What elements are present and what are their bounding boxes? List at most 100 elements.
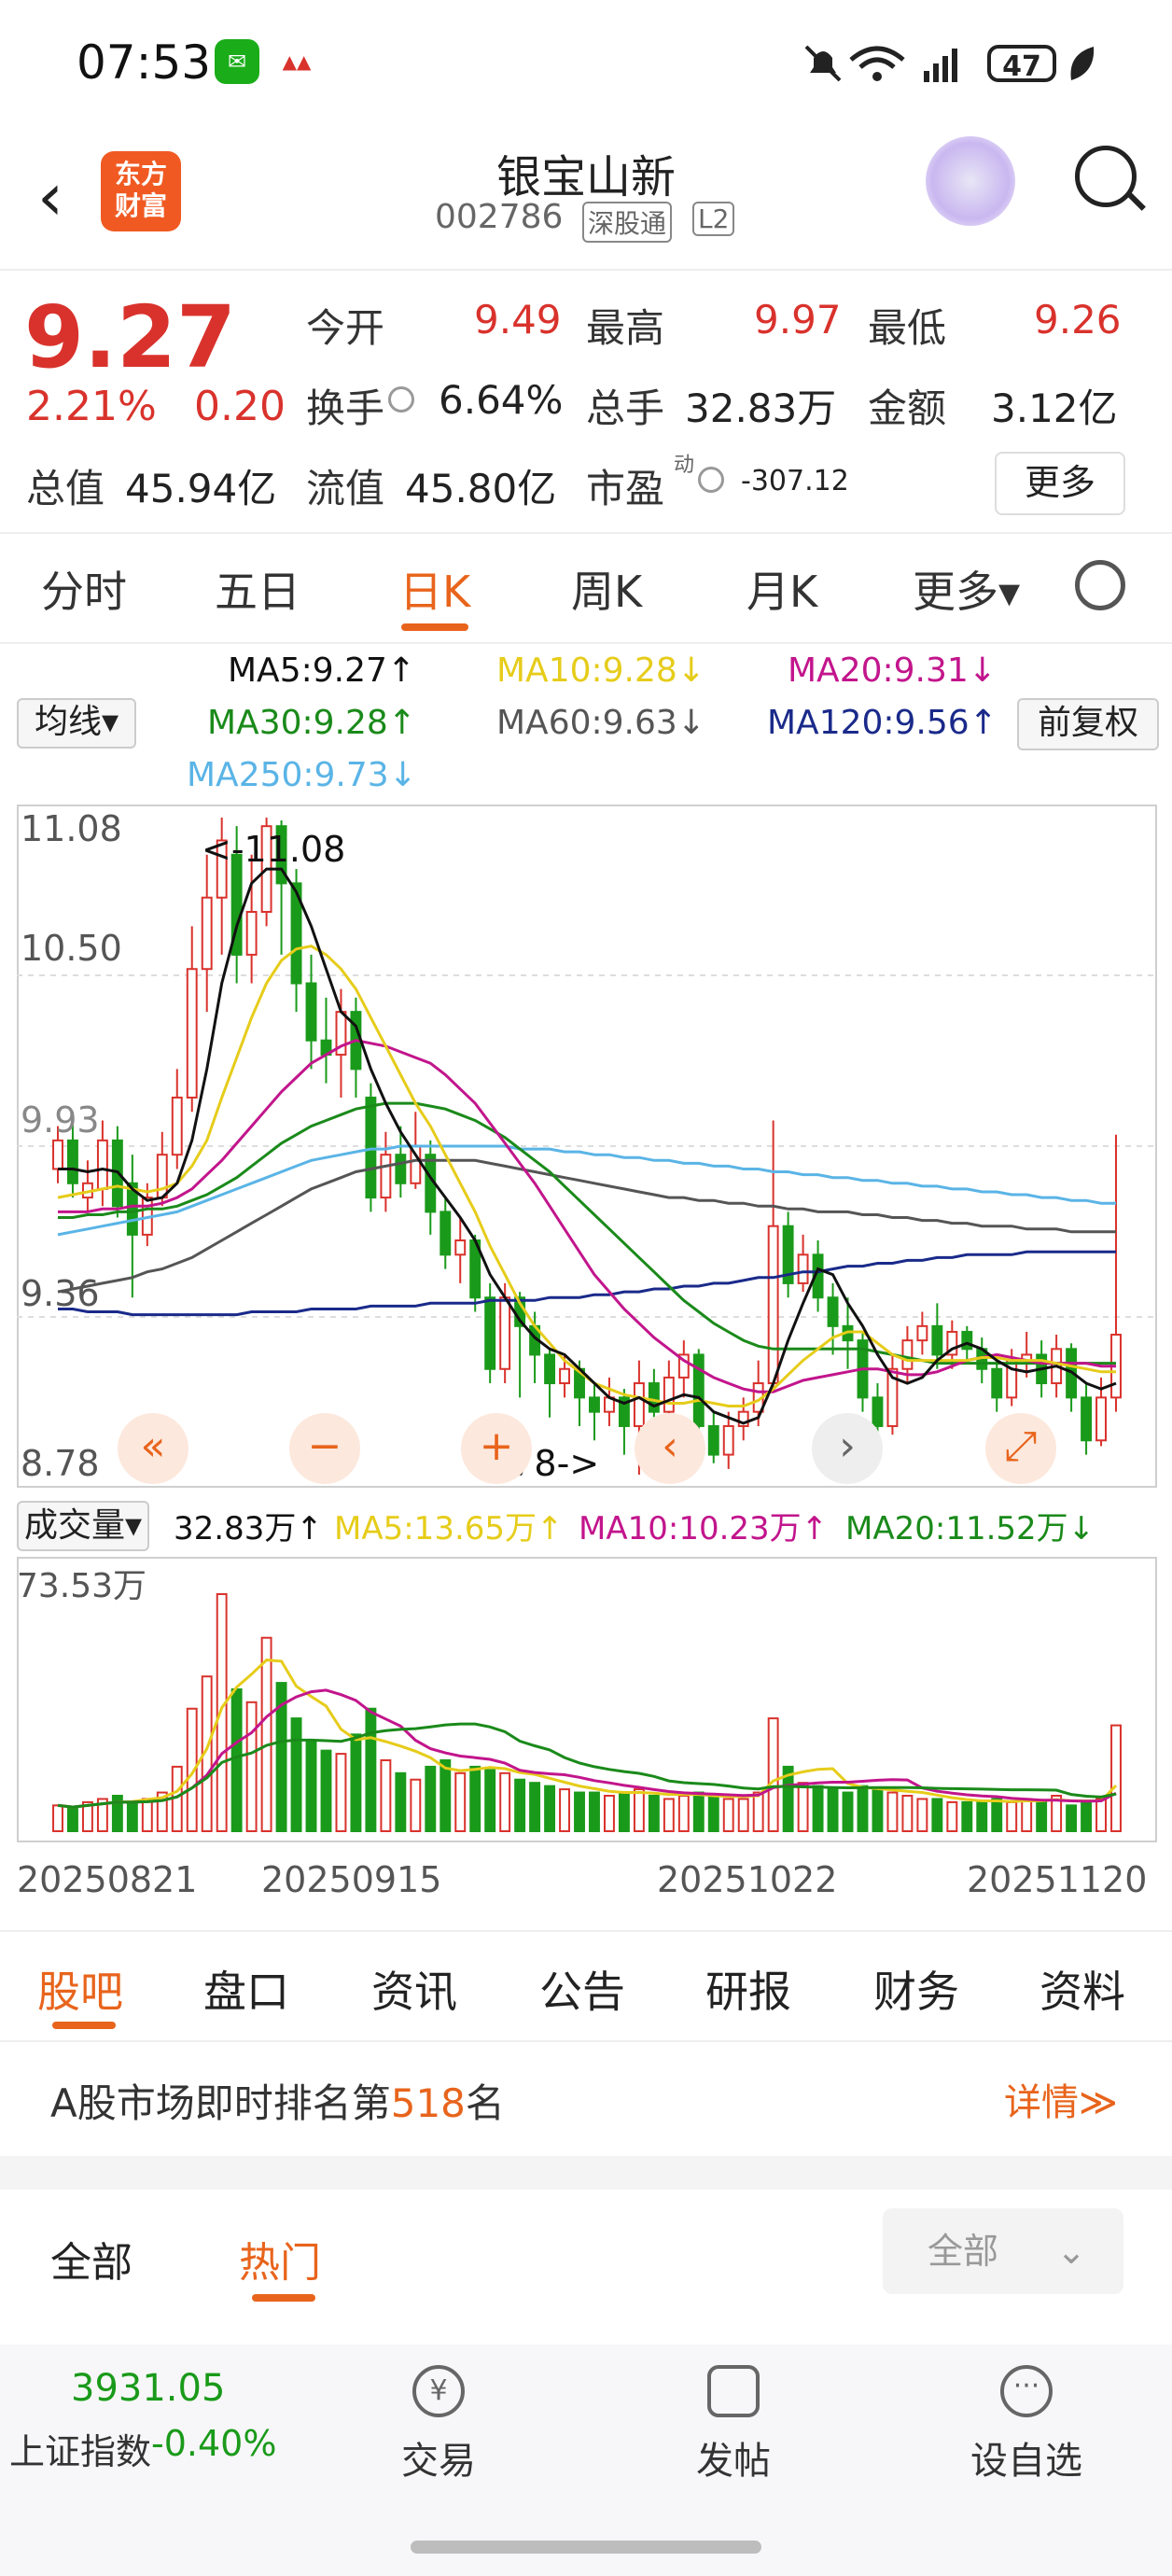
ma250-label: MA250:9.73↓ bbox=[187, 756, 417, 794]
post-filter-dropdown[interactable]: 全部 ⌄ bbox=[883, 2208, 1123, 2294]
battery-icon: 47 bbox=[987, 45, 1056, 83]
low-value: 9.26 bbox=[1034, 297, 1122, 343]
candle-body bbox=[544, 1353, 556, 1385]
mute-bell-icon bbox=[804, 45, 842, 82]
more-dots-icon[interactable]: ··· bbox=[1000, 2365, 1053, 2417]
wifi-icon bbox=[849, 46, 905, 81]
candle-body bbox=[767, 1225, 779, 1385]
volume-bar bbox=[350, 1733, 362, 1833]
tab-hot-posts[interactable]: 热门 bbox=[239, 2229, 321, 2289]
ma-selector[interactable]: 均线▾ bbox=[17, 698, 136, 749]
volume-bar bbox=[290, 1717, 302, 1832]
volume-bar bbox=[648, 1795, 660, 1832]
candle-body bbox=[901, 1339, 914, 1370]
gear-icon[interactable] bbox=[1075, 560, 1125, 610]
volume-bar bbox=[812, 1785, 824, 1833]
volume-bar bbox=[484, 1769, 496, 1832]
volume-selector[interactable]: 成交量▾ bbox=[17, 1501, 150, 1551]
date-label-2: 20250915 bbox=[261, 1859, 442, 1900]
volume-bar bbox=[976, 1800, 988, 1832]
rank-number: 518 bbox=[390, 2080, 466, 2126]
volume-chart[interactable] bbox=[17, 1557, 1157, 1842]
ma60-line bbox=[57, 1158, 1116, 1294]
mktcap-value: 45.94亿 bbox=[125, 466, 277, 511]
volume-bar bbox=[52, 1804, 63, 1832]
change-amount: 0.20 bbox=[194, 383, 286, 430]
tab-order-book[interactable]: 盘口 bbox=[203, 1958, 289, 2020]
edit-post-icon[interactable] bbox=[707, 2365, 760, 2417]
candle-body bbox=[186, 968, 198, 1099]
trade-button[interactable]: 交易 bbox=[364, 2430, 513, 2485]
info-icon[interactable] bbox=[388, 386, 414, 413]
volume-bar bbox=[827, 1788, 839, 1832]
kline-chart[interactable] bbox=[17, 805, 1157, 1488]
more-quote-button[interactable]: 更多 bbox=[995, 452, 1125, 515]
volume-bar bbox=[559, 1788, 570, 1832]
volume-bar bbox=[1066, 1804, 1078, 1832]
forum-tab-indicator bbox=[52, 2022, 116, 2029]
search-icon[interactable] bbox=[1075, 146, 1137, 207]
volume-value-label: 32.83万↑ bbox=[174, 1510, 323, 1547]
index-value[interactable]: 3931.05 bbox=[71, 2367, 225, 2410]
candle-body bbox=[1081, 1396, 1093, 1442]
zoom-in-button[interactable]: + bbox=[461, 1413, 532, 1484]
turnover-value: 6.64% bbox=[439, 377, 564, 423]
volume-bar bbox=[320, 1749, 332, 1832]
add-watchlist-button[interactable]: 设自选 bbox=[952, 2430, 1101, 2485]
volume-bar bbox=[380, 1759, 392, 1833]
next-button[interactable]: › bbox=[812, 1413, 883, 1484]
date-label-4: 20251120 bbox=[967, 1859, 1148, 1900]
zoom-out-button[interactable]: − bbox=[289, 1413, 360, 1484]
tab-research[interactable]: 研报 bbox=[705, 1958, 791, 2020]
tab-five-day[interactable]: 五日 bbox=[215, 558, 300, 620]
candle-body bbox=[454, 1239, 467, 1256]
tab-profile[interactable]: 资料 bbox=[1039, 1958, 1125, 2020]
tab-finance[interactable]: 财务 bbox=[873, 1958, 959, 2020]
adjust-selector[interactable]: 前复权 bbox=[1017, 698, 1159, 750]
fast-back-button[interactable]: « bbox=[118, 1413, 188, 1484]
volume-bar bbox=[604, 1795, 615, 1832]
pe-info-icon[interactable] bbox=[698, 467, 724, 493]
robot-avatar-icon[interactable] bbox=[926, 136, 1015, 226]
prev-button[interactable]: ‹ bbox=[635, 1413, 705, 1484]
candle-body bbox=[440, 1211, 452, 1256]
candle-body bbox=[499, 1296, 511, 1370]
candle-body bbox=[395, 1154, 407, 1184]
volume-bar bbox=[514, 1778, 526, 1832]
tab-announcements[interactable]: 公告 bbox=[539, 1958, 625, 2020]
volume-bar bbox=[141, 1798, 153, 1832]
tab-forum[interactable]: 股吧 bbox=[37, 1958, 123, 2020]
volume-bar bbox=[857, 1785, 869, 1833]
volume-bar bbox=[410, 1778, 422, 1832]
high-label: 最高 bbox=[586, 305, 665, 351]
pe-label: 市盈 bbox=[586, 466, 665, 511]
section-tab-divider bbox=[0, 2040, 1172, 2042]
tab-daily-k[interactable]: 日K bbox=[399, 558, 470, 620]
volume-bar bbox=[230, 1688, 243, 1832]
volume-bar bbox=[1021, 1798, 1033, 1832]
trade-icon[interactable]: ¥ bbox=[412, 2365, 465, 2417]
open-value: 9.49 bbox=[474, 297, 562, 343]
volume-bar bbox=[916, 1798, 928, 1832]
volume-bar bbox=[842, 1791, 854, 1832]
volume-bar bbox=[260, 1636, 272, 1832]
volume-bar bbox=[305, 1740, 317, 1832]
volume-bar bbox=[767, 1717, 779, 1832]
tab-monthly-k[interactable]: 月K bbox=[746, 558, 817, 620]
candle-body bbox=[484, 1296, 496, 1370]
tab-more[interactable]: 更多▾ bbox=[913, 558, 1020, 620]
index-name[interactable]: 上证指数 bbox=[9, 2423, 151, 2474]
tab-weekly-k[interactable]: 周K bbox=[571, 558, 642, 620]
wechat-icon: ✉ bbox=[215, 39, 259, 84]
candle-body bbox=[991, 1367, 1003, 1399]
ma30-line bbox=[58, 1101, 1116, 1365]
price-axis-max: 11.08 bbox=[21, 808, 122, 849]
high-value: 9.97 bbox=[754, 297, 842, 343]
tab-news[interactable]: 资讯 bbox=[371, 1958, 457, 2020]
fullscreen-button[interactable]: ⤢ bbox=[985, 1413, 1056, 1484]
rank-detail-link[interactable]: 详情≫ bbox=[1004, 2072, 1118, 2126]
tab-all-posts[interactable]: 全部 bbox=[50, 2229, 133, 2289]
post-button[interactable]: 发帖 bbox=[659, 2430, 808, 2485]
tab-intraday[interactable]: 分时 bbox=[41, 558, 127, 620]
turnover-label: 换手 bbox=[306, 385, 385, 431]
